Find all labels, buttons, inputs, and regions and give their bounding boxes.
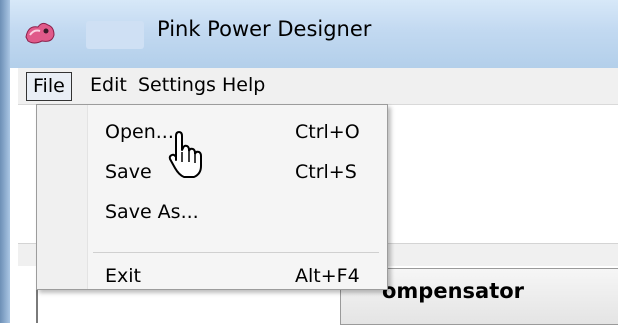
menu-item-shortcut: Ctrl+S (295, 161, 357, 183)
menu-item-save-as[interactable]: Save As... (37, 195, 387, 231)
compensator-tab-label: ompensator (382, 279, 525, 303)
menu-edit[interactable]: Edit (84, 72, 133, 99)
menu-item-open[interactable]: Open... Ctrl+O (37, 115, 387, 151)
title-obscured-region (86, 21, 144, 49)
menu-settings[interactable]: Settings (132, 72, 222, 99)
hand-pointer-cursor-icon (168, 131, 202, 178)
menu-file[interactable]: File (26, 72, 72, 101)
app-icon[interactable] (24, 19, 56, 47)
menu-help[interactable]: Help (216, 72, 271, 99)
menu-item-label: Save As... (105, 201, 199, 223)
menu-item-label: Open... (105, 121, 174, 143)
menu-item-label: Save (105, 161, 152, 183)
menu-item-label: Exit (105, 265, 141, 287)
menu-item-exit[interactable]: Exit Alt+F4 (37, 263, 387, 289)
window-title: Pink Power Designer (157, 17, 372, 41)
file-menu-dropdown: Open... Ctrl+O Save Ctrl+S Save As... Ex… (36, 104, 388, 290)
menu-bar: File Edit Settings Help (18, 68, 618, 105)
menu-separator (93, 252, 379, 253)
menu-item-save[interactable]: Save Ctrl+S (37, 155, 387, 191)
window-left-edge (0, 0, 10, 323)
menu-item-shortcut: Alt+F4 (295, 265, 360, 287)
menu-item-shortcut: Ctrl+O (295, 121, 360, 143)
